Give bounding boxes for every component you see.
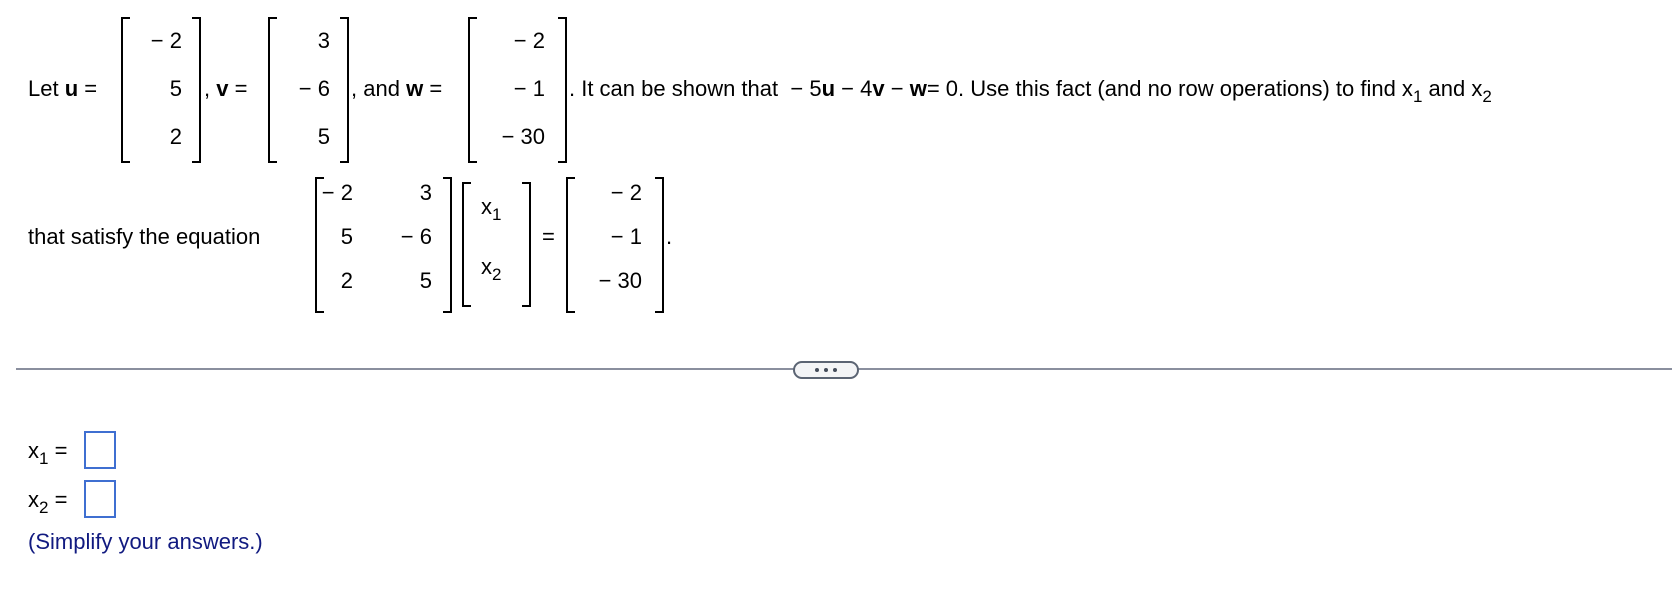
right-bracket	[192, 17, 201, 163]
answer-x2-label: x2 =	[28, 487, 68, 517]
find-and: and x	[1428, 76, 1483, 101]
left-bracket	[566, 177, 575, 313]
rhs-entry: − 30	[598, 268, 642, 293]
vector-v-entry: 3	[317, 28, 330, 53]
comma: ,	[204, 76, 211, 101]
vector-w-label: w	[406, 76, 424, 101]
matrix-a-cell: − 6	[400, 224, 432, 249]
relation-rhs: = 0	[926, 76, 959, 101]
equals-sign: =	[84, 76, 98, 101]
equals-sign: =	[542, 224, 555, 249]
vector-v-entry: 5	[317, 124, 330, 149]
matrix-a-cell: 5	[340, 224, 353, 249]
answer-x1-label: x1 =	[28, 438, 68, 468]
matrix-a-cell: 5	[419, 268, 432, 293]
right-bracket	[655, 177, 664, 313]
subscript: 2	[1482, 87, 1492, 106]
equals-sign: =	[234, 76, 248, 101]
rhs-entry: − 2	[610, 180, 642, 205]
answer-x2-input[interactable]	[84, 480, 116, 518]
w-label-text: , and w =	[351, 78, 442, 100]
vector-u-label: u	[64, 76, 79, 101]
statement-text: . It can be shown that − 5u − 4v − w= 0.…	[569, 76, 1492, 106]
subscript: 1	[1412, 87, 1423, 106]
ellipsis-icon	[833, 368, 837, 372]
ellipsis-icon	[815, 368, 819, 372]
answer-x1-input[interactable]	[84, 431, 116, 469]
vector-v-label: v	[216, 76, 229, 101]
matrix-a-cell: 2	[340, 268, 353, 293]
vector-w-entry: − 30	[501, 124, 545, 149]
vector-u-entry: − 2	[150, 28, 182, 53]
expand-button[interactable]	[793, 361, 859, 379]
right-bracket	[340, 17, 349, 163]
unknown-x1: x1	[481, 194, 502, 224]
relation-coef: − 4	[841, 76, 873, 101]
relation-coef: − 5	[790, 76, 822, 101]
simplify-hint: (Simplify your answers.)	[28, 529, 263, 554]
and-text: , and	[351, 76, 400, 101]
vector-u-entry: 5	[169, 76, 182, 101]
relation-coef: −	[890, 76, 904, 101]
left-bracket	[462, 182, 471, 307]
left-bracket	[468, 17, 477, 163]
intro-text: Let u =	[28, 78, 97, 100]
vector-u-entry: 2	[169, 124, 182, 149]
let-label: Let	[28, 76, 59, 101]
statement-post: . Use this fact (and no row operations) …	[958, 76, 1413, 101]
right-bracket	[443, 177, 452, 313]
equation-lead: that satisfy the equation	[28, 224, 261, 249]
rhs-entry: − 1	[610, 224, 642, 249]
relation-var: v	[872, 76, 885, 101]
left-bracket	[121, 17, 130, 163]
right-bracket	[522, 182, 531, 307]
relation-var: w	[909, 76, 927, 101]
vector-w-entry: − 2	[513, 28, 545, 53]
matrix-a-cell: − 2	[321, 180, 353, 205]
matrix-a-cell: 3	[419, 180, 432, 205]
right-bracket	[558, 17, 567, 163]
vector-w-entry: − 1	[513, 76, 545, 101]
vector-v-entry: − 6	[298, 76, 330, 101]
unknown-x2: x2	[481, 254, 502, 284]
statement-pre: . It can be shown that	[569, 76, 779, 101]
relation-var: u	[821, 76, 836, 101]
period: .	[666, 224, 673, 249]
equals-sign: =	[429, 76, 443, 101]
left-bracket	[268, 17, 277, 163]
ellipsis-icon	[824, 368, 828, 372]
v-label-text: , v =	[204, 78, 247, 100]
